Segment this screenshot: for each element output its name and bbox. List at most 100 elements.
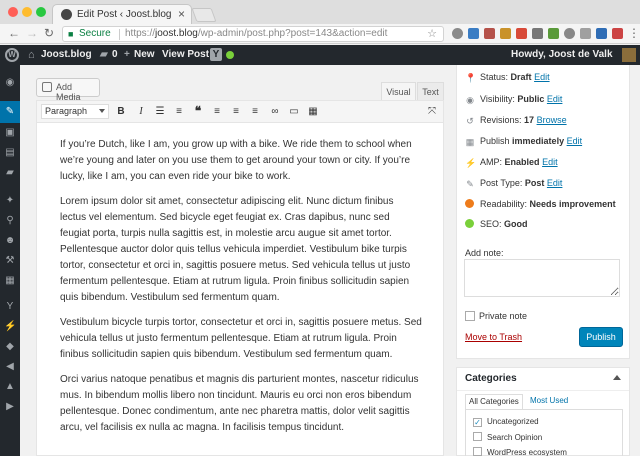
- wp-admin-menu: ◉ ✎ ▣ ▤ ▰ ✦ ⚲ ☻ ⚒ ▦ Y ⚡ ◆ ◀ ▲ ▶: [0, 65, 20, 456]
- howdy-user-link[interactable]: Howdy, Joost de Valk: [511, 49, 613, 60]
- tab-most-used[interactable]: Most Used: [527, 394, 571, 410]
- post-type-edit-link[interactable]: Edit: [547, 178, 563, 188]
- extension-icon-1[interactable]: [452, 28, 463, 39]
- plugins-icon[interactable]: ⚲: [4, 215, 16, 227]
- wordpress-logo-icon[interactable]: W: [5, 48, 19, 62]
- browser-tab-strip: Edit Post ‹ Joost.blog — WordPress ×: [0, 0, 640, 24]
- lock-icon: ■: [68, 29, 74, 39]
- extension-icon-10[interactable]: [596, 28, 607, 39]
- appearance-icon[interactable]: ✦: [4, 195, 16, 207]
- omnibox-divider: [119, 29, 120, 40]
- list-item[interactable]: Search Opinion: [473, 432, 542, 442]
- align-left-icon[interactable]: ≡: [210, 104, 224, 119]
- yoast-icon[interactable]: Y: [210, 48, 222, 61]
- fullscreen-icon[interactable]: ⤧: [425, 104, 439, 119]
- extension-icon-7[interactable]: [548, 28, 559, 39]
- reload-icon[interactable]: ↻: [44, 26, 54, 40]
- view-post-link[interactable]: View Post: [162, 49, 209, 60]
- browse-revisions-link[interactable]: Browse: [537, 115, 567, 125]
- tab-all-categories[interactable]: All Categories: [465, 394, 523, 410]
- extension-icon-11[interactable]: [612, 28, 623, 39]
- numbered-list-icon[interactable]: ≡: [172, 104, 186, 119]
- amp-menu-icon[interactable]: ⚡: [4, 321, 16, 333]
- avatar[interactable]: [622, 48, 636, 62]
- sidebar-item-posts[interactable]: ✎: [0, 101, 20, 123]
- note-textarea[interactable]: [464, 259, 620, 297]
- collapse-arrow-icon[interactable]: [613, 375, 621, 380]
- paragraph: If you’re Dutch, like I am, you grow up …: [60, 139, 412, 182]
- url-text: https://joost.blog/wp-admin/post.php?pos…: [125, 28, 388, 39]
- add-media-button[interactable]: Add Media: [36, 78, 100, 102]
- settings-icon[interactable]: ▦: [4, 275, 16, 287]
- italic-icon[interactable]: I: [134, 104, 148, 119]
- pin-icon: 📍: [465, 73, 477, 83]
- checkbox[interactable]: [473, 447, 482, 456]
- revisions-icon: ↺: [466, 116, 474, 126]
- editor-toolbar: Paragraph B I ☰ ≡ ❝ ≡ ≡ ≡ ∞ ▭ ▦ ⤧: [37, 101, 443, 123]
- tab-visual[interactable]: Visual: [381, 82, 416, 100]
- comments-count[interactable]: 0: [112, 49, 118, 60]
- address-bar[interactable]: ■ Secure https://joost.blog/wp-admin/pos…: [62, 26, 444, 42]
- checkbox[interactable]: [473, 432, 482, 441]
- zoom-window-button[interactable]: [36, 7, 46, 17]
- new-content-link[interactable]: New: [134, 49, 155, 60]
- editor-content[interactable]: If you’re Dutch, like I am, you grow up …: [60, 137, 422, 445]
- comments-menu-icon[interactable]: ▰: [4, 167, 16, 179]
- yoast-menu-icon[interactable]: Y: [4, 301, 16, 313]
- minimize-window-button[interactable]: [22, 7, 32, 17]
- private-note-checkbox[interactable]: [465, 311, 475, 321]
- site-name-link[interactable]: Joost.blog: [41, 49, 92, 60]
- bullet-list-icon[interactable]: ☰: [153, 104, 167, 119]
- category-label: Uncategorized: [487, 417, 539, 426]
- pushpin-icon: ✎: [5, 106, 15, 117]
- extension-icon-2[interactable]: [468, 28, 479, 39]
- format-select[interactable]: Paragraph: [41, 104, 109, 119]
- users-icon[interactable]: ☻: [4, 235, 16, 247]
- forward-arrow-icon[interactable]: →: [26, 26, 38, 40]
- extension-icon-5[interactable]: [516, 28, 527, 39]
- publish-label: Publish: [480, 136, 510, 146]
- bold-icon[interactable]: B: [114, 104, 128, 119]
- align-right-icon[interactable]: ≡: [248, 104, 262, 119]
- publish-date-row: ▦ Publish immediately Edit: [465, 136, 582, 147]
- list-item[interactable]: ✓ Uncategorized: [473, 417, 539, 427]
- list-item[interactable]: WordPress ecosystem: [473, 447, 567, 456]
- pages-icon[interactable]: ▤: [4, 147, 16, 159]
- category-label: Search Opinion: [487, 433, 543, 442]
- amp-edit-link[interactable]: Edit: [542, 157, 558, 167]
- bookmark-star-icon[interactable]: ☆: [427, 27, 437, 40]
- read-more-icon[interactable]: ▭: [287, 104, 301, 119]
- categories-title: Categories: [465, 373, 517, 384]
- media-icon[interactable]: ▣: [4, 127, 16, 139]
- move-to-trash-link[interactable]: Move to Trash: [465, 332, 522, 342]
- extension-icon-9[interactable]: [580, 28, 591, 39]
- visibility-row: ◉ Visibility: Public Edit: [465, 94, 562, 105]
- back-arrow-icon[interactable]: ←: [8, 26, 20, 40]
- browser-tab[interactable]: Edit Post ‹ Joost.blog — WordPress ×: [52, 4, 192, 24]
- collapse-menu-icon[interactable]: ◀: [4, 361, 16, 373]
- browser-menu-icon[interactable]: ⋮: [628, 26, 640, 40]
- publish-button[interactable]: Publish: [579, 327, 623, 347]
- visibility-edit-link[interactable]: Edit: [547, 94, 563, 104]
- toolbar-toggle-icon[interactable]: ▦: [306, 104, 320, 119]
- extension-icon-8[interactable]: [564, 28, 575, 39]
- publish-date-edit-link[interactable]: Edit: [567, 136, 583, 146]
- dashboard-icon[interactable]: ◉: [4, 77, 16, 89]
- tab-text[interactable]: Text: [417, 82, 444, 100]
- browser-toolbar: ← → ↻ ■ Secure https://joost.blog/wp-adm…: [0, 24, 640, 44]
- tab-close-icon[interactable]: ×: [178, 7, 185, 21]
- tools-icon[interactable]: ⚒: [4, 255, 16, 267]
- new-tab-button[interactable]: [191, 8, 217, 22]
- align-center-icon[interactable]: ≡: [229, 104, 243, 119]
- plugin-menu-icon[interactable]: ◆: [4, 341, 16, 353]
- extension-icon-4[interactable]: [500, 28, 511, 39]
- link-icon[interactable]: ∞: [268, 104, 282, 119]
- extension-icon-3[interactable]: [484, 28, 495, 39]
- extension-icon-6[interactable]: [532, 28, 543, 39]
- blockquote-icon[interactable]: ❝: [191, 104, 205, 119]
- extra-menu-icon-1[interactable]: ▲: [4, 381, 16, 393]
- close-window-button[interactable]: [8, 7, 18, 17]
- status-edit-link[interactable]: Edit: [534, 72, 550, 82]
- extra-menu-icon-2[interactable]: ▶: [4, 401, 16, 413]
- checkbox-checked[interactable]: ✓: [473, 418, 482, 427]
